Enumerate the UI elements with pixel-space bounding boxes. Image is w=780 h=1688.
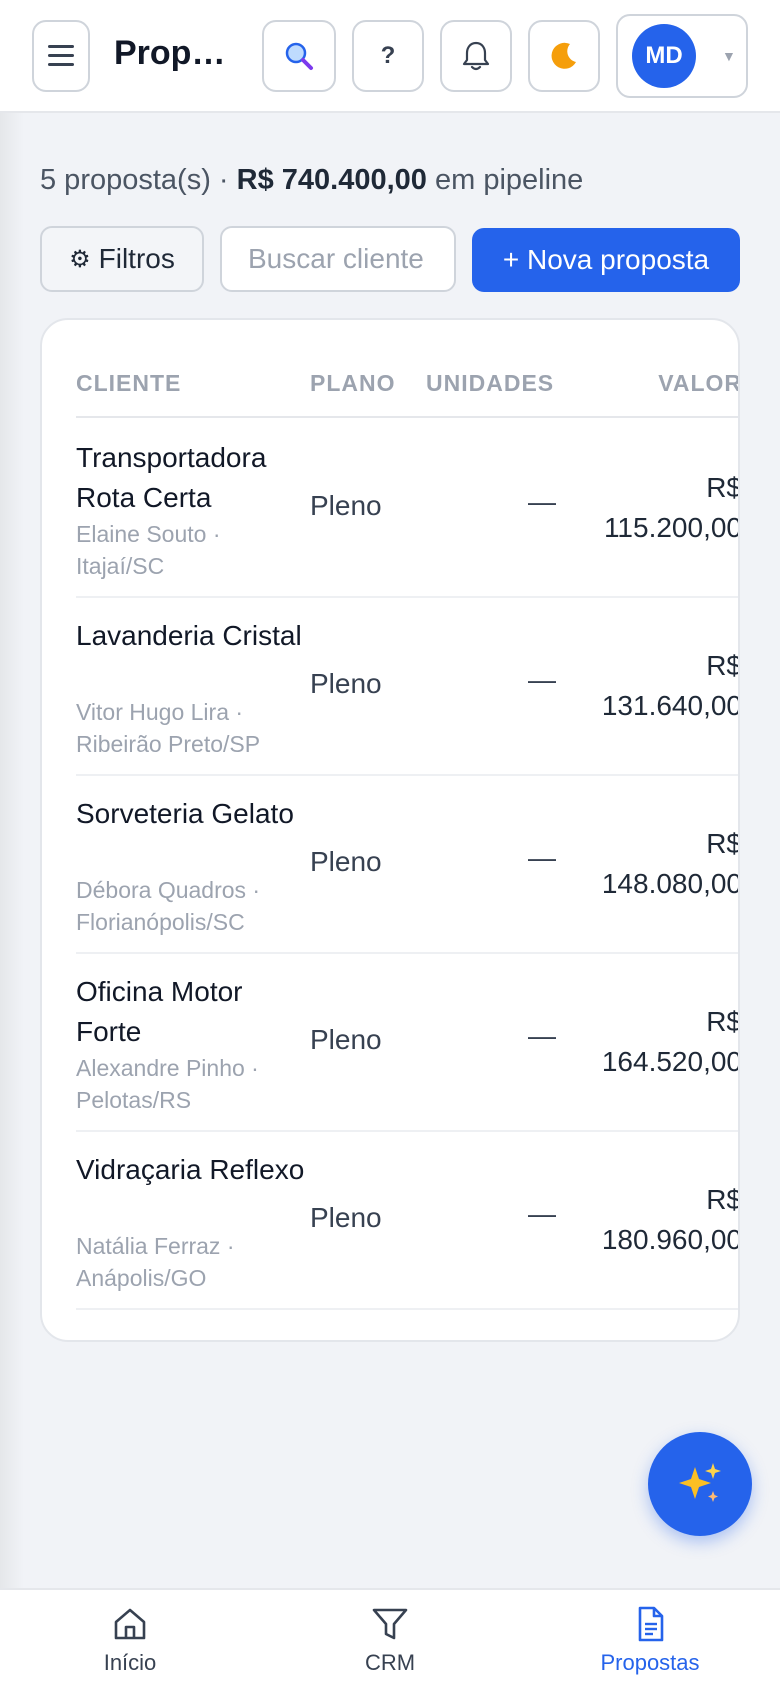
units-cell: — [528,486,556,517]
help-icon: ? [380,42,396,69]
client-name: Sorveteria Gelato [76,798,294,829]
client-contact: Vitor Hugo Lira · Ribeirão Preto/SP [76,699,261,757]
nav-item-propostas[interactable]: Propostas [570,1604,730,1676]
bell-icon [462,41,490,71]
filters-label: Filtros [98,243,175,274]
proposals-table: CLIENTE PLANO UNIDADES VALOR Transportad… [40,318,740,1342]
plan-cell: Pleno [310,490,382,521]
avatar: MD [632,24,696,88]
top-bar: Propostas ? MD ▼ [0,0,780,113]
value-cell: R$ 148.080,00 [601,828,740,899]
client-name: Transportadora Rota Certa [76,442,267,513]
client-contact: Elaine Souto · Itajaí/SC [76,521,221,579]
plan-cell: Pleno [310,846,382,877]
search-button[interactable] [262,20,336,92]
search-input[interactable] [220,226,456,292]
document-icon [638,1606,664,1642]
units-cell: — [528,1020,556,1051]
nav-item-crm[interactable]: CRM [310,1604,470,1676]
app: Propostas ? MD ▼ 5 proposta(s) · R [0,0,780,1688]
nav-label-inicio: Início [103,1650,157,1675]
table-row[interactable]: Vidraçaria Reflexo Natália Ferraz · Anáp… [76,1132,740,1310]
table-row[interactable]: Sorveteria Gelato Débora Quadros · Flori… [76,776,740,954]
home-icon [114,1608,146,1640]
help-button[interactable]: ? [352,20,424,92]
sparkles-icon [679,1463,721,1502]
value-cell: R$ 131.640,00 [601,650,740,721]
client-name: Oficina Motor Forte [76,976,243,1047]
table-row[interactable]: Lavanderia Cristal Vitor Hugo Lira · Rib… [76,598,740,776]
value-cell: R$ 115.200,00 [603,472,740,543]
user-menu-button[interactable]: MD ▼ [616,14,748,98]
menu-button[interactable] [32,20,90,92]
column-header-unidades[interactable]: UNIDADES [426,370,554,397]
nav-label-propostas: Propostas [600,1650,700,1675]
column-header-cliente[interactable]: CLIENTE [76,370,181,397]
client-name: Lavanderia Cristal [76,620,302,651]
value-cell: R$ 180.960,00 [601,1184,740,1255]
nav-item-inicio[interactable]: Início [50,1604,210,1676]
theme-toggle-button[interactable] [528,20,600,92]
table-row[interactable]: Transportadora Rota Certa Elaine Souto ·… [76,420,740,598]
column-header-valor[interactable]: VALOR [658,370,738,397]
pipeline-suffix: em pipeline [426,164,584,196]
bottom-navigation: Início CRM Propostas [0,1588,780,1688]
client-contact: Natália Ferraz · Anápolis/GO [76,1233,235,1291]
client-contact: Débora Quadros · Florianópolis/SC [76,877,261,935]
table-row[interactable]: Oficina Motor Forte Alexandre Pinho · Pe… [76,954,740,1132]
funnel-icon [372,1608,408,1640]
menu-icon [48,45,74,67]
proposal-count: 5 proposta(s) · [40,164,237,196]
units-cell: — [528,1198,556,1229]
units-cell: — [528,842,556,873]
notifications-button[interactable] [440,20,512,92]
gear-icon: ⚙ [69,245,91,273]
column-header-plano[interactable]: PLANO [310,370,396,397]
page-title: Propostas [114,34,244,72]
search-icon [285,42,313,70]
client-name: Vidraçaria Reflexo [76,1154,305,1185]
chevron-down-icon: ▼ [722,48,736,64]
filters-button[interactable]: ⚙ Filtros [40,226,204,292]
new-proposal-button[interactable]: + Nova proposta [472,228,740,292]
value-cell: R$ 164.520,00 [601,1006,740,1077]
plan-cell: Pleno [310,668,382,699]
ai-assistant-button[interactable] [648,1432,752,1536]
table-header: CLIENTE PLANO UNIDADES VALOR [76,362,738,418]
nav-label-crm: CRM [364,1650,416,1675]
moon-icon [551,42,576,69]
pipeline-summary: 5 proposta(s) · R$ 740.400,00 em pipelin… [40,164,583,197]
units-cell: — [528,664,556,695]
plan-cell: Pleno [310,1024,382,1055]
client-contact: Alexandre Pinho · Pelotas/RS [76,1055,259,1113]
plan-cell: Pleno [310,1202,382,1233]
pipeline-amount: R$ 740.400,00 [236,164,427,196]
